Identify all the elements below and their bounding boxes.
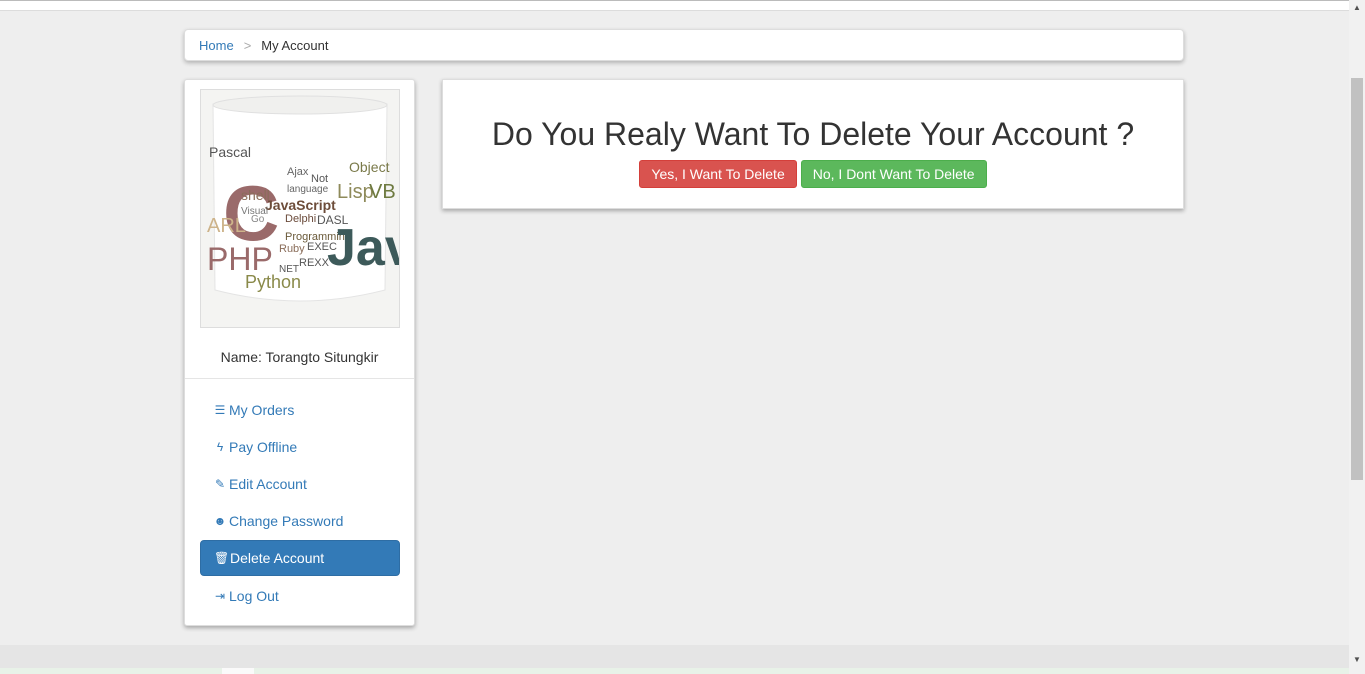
profile-image: Pascal C Ajax shell JavaScript Lisp VB O… [200,89,400,328]
scrollbar-thumb[interactable] [1351,78,1363,480]
mug-word-go: Go [251,214,265,225]
menu-item-change-password[interactable]: ☻ Change Password [200,503,400,538]
flash-icon: ϟ [216,439,224,454]
mug-word-arl: ARL [207,215,246,237]
menu-item-label: Pay Offline [229,438,298,455]
user-icon: ☻ [213,513,227,528]
mug-word-python: Python [245,272,301,292]
menu-item-label: Change Password [229,512,344,529]
account-menu: ☰ My Orders ϟ Pay Offline ✎ Edit Account ☻ C… [200,392,400,615]
scroll-up-arrow-icon[interactable]: ▲ [1349,0,1365,16]
mug-word-not: Not [311,173,328,185]
menu-item-label: My Orders [229,401,295,418]
account-sidebar: Pascal C Ajax shell JavaScript Lisp VB O… [184,79,415,626]
vertical-scrollbar[interactable]: ▲ ▼ [1349,0,1365,674]
cancel-delete-button[interactable]: No, I Dont Want To Delete [800,160,987,188]
mug-word-object: Object [349,159,390,175]
confirmation-buttons: Yes, I Want To Delete No, I Dont Want To… [443,160,1183,188]
menu-item-my-orders[interactable]: ☰ My Orders [200,392,400,427]
footer-segment [222,668,254,674]
breadcrumb-current: My Account [261,37,329,53]
mug-word-java: Jav [327,219,399,277]
menu-item-label: Log Out [229,587,279,604]
mug-word-vb: VB [369,181,396,203]
list-icon: ☰ [214,402,226,417]
programming-mug-image: Pascal C Ajax shell JavaScript Lisp VB O… [201,90,399,327]
menu-item-label: Delete Account [230,550,325,566]
footer-bottom-line [0,668,1349,674]
breadcrumb-separator: > [243,37,252,53]
menu-item-delete-account[interactable]: 🗑 Delete Account [200,540,400,576]
profile-name: Name: Torangto Situngkir [220,349,379,365]
delete-confirmation-panel: Do You Realy Want To Delete Your Account… [442,79,1184,209]
mug-word-language: language [287,184,329,195]
confirm-delete-button[interactable]: Yes, I Want To Delete [639,160,797,188]
menu-item-pay-offline[interactable]: ϟ Pay Offline [200,429,400,464]
mug-word-javascript: JavaScript [265,197,336,213]
menu-item-edit-account[interactable]: ✎ Edit Account [200,466,400,501]
mug-word-rexx: REXX [299,257,330,269]
breadcrumb: Home > My Account [184,29,1184,61]
menu-item-log-out[interactable]: ⇥ Log Out [200,578,400,613]
mug-word-delphi: Delphi [285,213,316,225]
browser-top-strip [0,0,1349,11]
breadcrumb-home-link[interactable]: Home [199,38,234,53]
logout-icon: ⇥ [214,588,226,603]
pencil-icon: ✎ [214,476,226,491]
sidebar-divider [185,378,414,379]
mug-word-ruby: Ruby [279,243,305,255]
delete-confirmation-title: Do You Realy Want To Delete Your Account… [491,116,1135,152]
mug-word-ajax: Ajax [287,166,309,178]
mug-word-pascal: Pascal [209,144,251,160]
menu-item-label: Edit Account [229,475,307,492]
scroll-down-arrow-icon[interactable]: ▼ [1349,652,1365,668]
trash-icon: 🗑 [214,551,230,565]
